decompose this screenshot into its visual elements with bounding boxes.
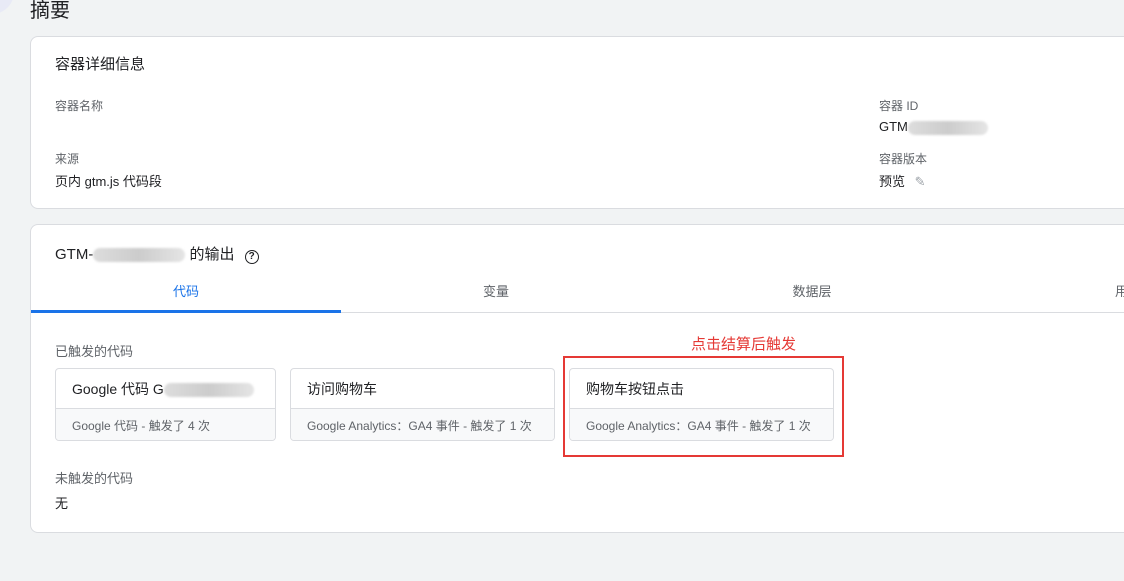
annotation-text: 点击结算后触发 [691, 336, 797, 353]
output-tabs: 代码 变量 数据层 用 [31, 277, 1124, 313]
page-title: 摘要 [30, 0, 70, 22]
annotation-highlight-box [563, 356, 844, 457]
not-fired-value: 无 [55, 496, 69, 511]
tab-tags[interactable]: 代码 [31, 277, 341, 313]
not-fired-label: 未触发的代码 [55, 471, 134, 486]
id-value: GTM [879, 119, 988, 135]
container-details-card: 容器详细信息 容器名称 来源 页内 gtm.js 代码段 容器 ID GTM 容… [30, 36, 1124, 209]
output-card: GTM- 的输出 ? 代码 变量 数据层 用 已触发的代码 Google 代码 … [30, 224, 1124, 533]
version-value: 预览 ✎ [879, 174, 926, 189]
tab-variables[interactable]: 变量 [341, 277, 651, 313]
version-label: 容器版本 [879, 152, 928, 166]
id-label: 容器 ID [879, 99, 919, 113]
name-label: 容器名称 [55, 99, 104, 113]
source-value: 页内 gtm.js 代码段 [55, 174, 162, 189]
details-heading: 容器详细信息 [55, 56, 146, 73]
tab-user[interactable]: 用 [969, 277, 1124, 313]
tab-data-layer[interactable]: 数据层 [657, 277, 967, 313]
edit-pencil-icon[interactable]: ✎ [915, 174, 926, 189]
source-label: 来源 [55, 152, 80, 166]
tag-card[interactable]: 访问购物车 Google Analytics：GA4 事件 - 触发了 1 次 [290, 368, 555, 441]
fired-label: 已触发的代码 [55, 344, 134, 359]
output-heading: GTM- 的输出 ? [55, 243, 259, 264]
avatar [0, 0, 14, 14]
tag-card[interactable]: Google 代码 G Google 代码 - 触发了 4 次 [55, 368, 276, 441]
help-icon[interactable]: ? [244, 250, 259, 264]
